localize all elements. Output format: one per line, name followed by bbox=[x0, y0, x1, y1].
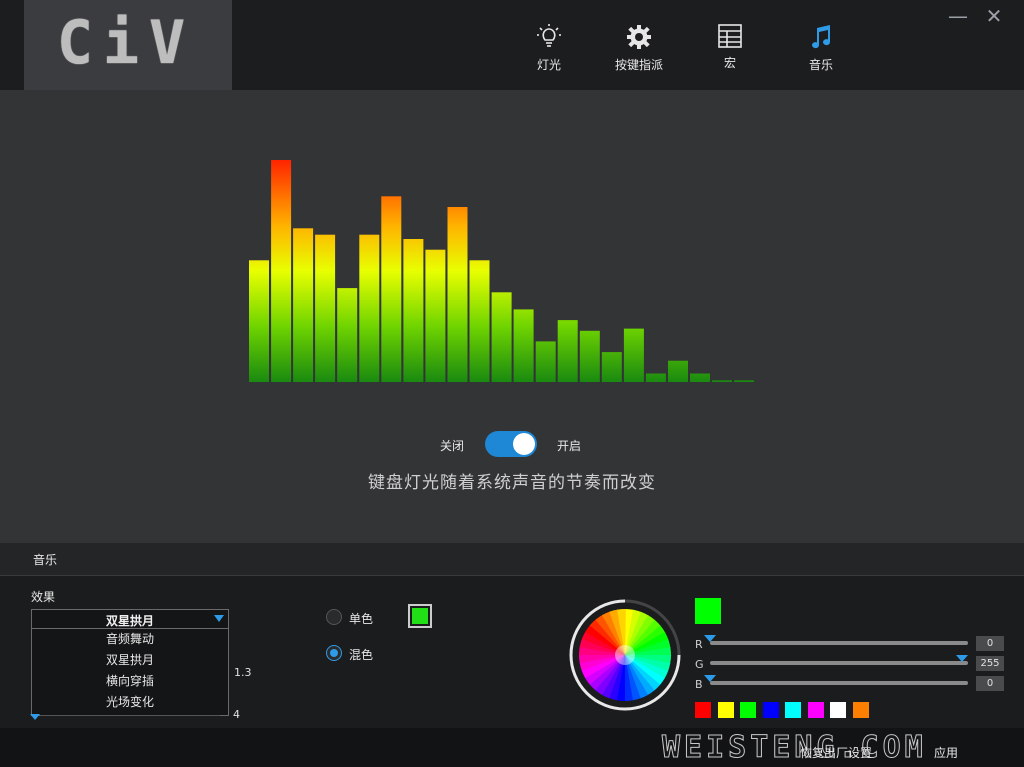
brightness-value: 4 bbox=[233, 708, 240, 721]
music-visualizer-panel: 关闭 开启 键盘灯光随着系统声音的节奏而改变 bbox=[0, 90, 1024, 543]
toggle-off-label: 关闭 bbox=[440, 439, 465, 453]
settings-panel: 效果 双星拱月 音频舞动 双星拱月 横向穿插 光场变化 1.3 4 单色 混色 … bbox=[0, 576, 1024, 728]
watermark: WEISTENG.COM bbox=[662, 730, 927, 766]
wheel-center bbox=[615, 645, 635, 665]
effect-option[interactable]: 双星拱月 bbox=[32, 650, 228, 671]
preset-color-swatch[interactable] bbox=[717, 702, 734, 718]
preview-color-swatch bbox=[695, 598, 721, 624]
preset-color-swatch[interactable] bbox=[695, 702, 711, 718]
toggle-on-label: 开启 bbox=[557, 439, 582, 453]
eq-bar bbox=[403, 239, 424, 382]
eq-bar bbox=[645, 373, 666, 382]
eq-bar bbox=[579, 330, 600, 382]
music-mode-toggle[interactable] bbox=[485, 431, 537, 457]
eq-bar bbox=[734, 380, 755, 382]
eq-bar bbox=[381, 196, 402, 382]
eq-bar bbox=[712, 380, 732, 382]
nav-tab-label: 灯光 bbox=[536, 58, 561, 72]
eq-bar bbox=[425, 249, 446, 382]
preset-color-swatch[interactable] bbox=[740, 702, 756, 718]
footer-bar: WEISTENG.COM 恢复出厂设置 应用 bbox=[0, 728, 1024, 767]
toggle-knob bbox=[513, 433, 535, 455]
gear-icon bbox=[627, 25, 651, 49]
nav-tab-label: 按键指派 bbox=[614, 58, 663, 72]
red-value-field[interactable]: 0 bbox=[976, 636, 1004, 651]
nav-tab-label: 音乐 bbox=[808, 58, 833, 72]
single-color-radio[interactable] bbox=[326, 609, 342, 625]
eq-bar bbox=[293, 228, 314, 382]
green-slider-track[interactable] bbox=[710, 661, 968, 665]
blue-channel-label: B bbox=[695, 678, 703, 691]
nav-tab-label: 宏 bbox=[723, 56, 736, 70]
wheel-slices bbox=[579, 609, 671, 701]
brand-logo: CiV bbox=[56, 8, 196, 78]
eq-bar bbox=[557, 320, 578, 382]
nav-tab-key-assign[interactable]: 按键指派 bbox=[604, 24, 674, 80]
preset-color-swatch[interactable] bbox=[762, 702, 779, 718]
chevron-down-icon bbox=[214, 615, 224, 622]
effect-label: 效果 bbox=[31, 590, 56, 604]
eq-bar bbox=[513, 309, 534, 382]
effect-option[interactable]: 光场变化 bbox=[32, 692, 228, 713]
single-color-label: 单色 bbox=[349, 612, 374, 626]
eq-bar bbox=[337, 288, 358, 382]
preset-color-swatch[interactable] bbox=[807, 702, 824, 718]
blue-slider-thumb[interactable] bbox=[704, 675, 716, 682]
eq-bar bbox=[601, 352, 622, 382]
brightness-slider-track[interactable] bbox=[40, 715, 220, 716]
nav-tab-macro[interactable]: 宏 bbox=[695, 24, 765, 80]
green-slider-thumb[interactable] bbox=[956, 655, 968, 662]
apply-button[interactable]: 应用 bbox=[934, 744, 958, 761]
green-value-field[interactable]: 255 bbox=[976, 656, 1004, 671]
nav-tab-lighting[interactable]: 灯光 bbox=[514, 24, 584, 80]
effect-option[interactable]: 横向穿插 bbox=[32, 671, 228, 692]
single-color-fill bbox=[412, 608, 428, 624]
eq-bar bbox=[271, 160, 292, 382]
preset-color-swatch[interactable] bbox=[830, 702, 846, 718]
mixed-color-radio[interactable] bbox=[326, 645, 342, 661]
title-bar: CiV 灯光 按键指派 宏 音乐 — ✕ bbox=[0, 0, 1024, 90]
effect-selected-value: 双星拱月 bbox=[105, 614, 154, 628]
eq-bar bbox=[623, 328, 644, 382]
red-slider-thumb[interactable] bbox=[704, 635, 716, 642]
green-channel-label: G bbox=[695, 658, 704, 671]
effect-option[interactable]: 音频舞动 bbox=[32, 629, 228, 650]
eq-bar bbox=[315, 234, 336, 382]
nav-tab-music[interactable]: 音乐 bbox=[786, 24, 856, 80]
eq-bar bbox=[359, 234, 380, 382]
effect-select[interactable]: 双星拱月 bbox=[31, 609, 229, 629]
blue-slider-track[interactable] bbox=[710, 681, 968, 685]
music-toggle-row: 关闭 开启 bbox=[0, 430, 1024, 460]
speed-value: 1.3 bbox=[234, 666, 252, 679]
eq-bar bbox=[491, 292, 512, 382]
effect-options-list: 音频舞动 双星拱月 横向穿插 光场变化 bbox=[31, 628, 229, 716]
preset-color-swatch[interactable] bbox=[852, 702, 869, 718]
table-grid-icon bbox=[718, 24, 742, 48]
minimize-button[interactable]: — bbox=[946, 4, 970, 28]
color-wheel[interactable] bbox=[568, 598, 682, 712]
section-header: 音乐 bbox=[0, 543, 1024, 576]
lightbulb-icon bbox=[537, 24, 561, 47]
red-slider-track[interactable] bbox=[710, 641, 968, 645]
brightness-slider-thumb[interactable] bbox=[30, 714, 40, 720]
eq-bar bbox=[447, 207, 468, 382]
blue-value-field[interactable]: 0 bbox=[976, 676, 1004, 691]
music-note-icon bbox=[812, 25, 831, 49]
eq-bar bbox=[535, 341, 556, 382]
music-mode-description: 键盘灯光随着系统声音的节奏而改变 bbox=[368, 473, 656, 493]
single-color-swatch[interactable] bbox=[408, 604, 432, 628]
mixed-color-label: 混色 bbox=[349, 648, 374, 662]
eq-bar bbox=[249, 260, 269, 382]
close-button[interactable]: ✕ bbox=[982, 4, 1006, 28]
reset-defaults-button[interactable]: 恢复出厂设置 bbox=[800, 744, 872, 761]
preset-color-swatch[interactable] bbox=[785, 702, 801, 718]
eq-bar bbox=[469, 260, 490, 382]
red-channel-label: R bbox=[695, 638, 703, 651]
eq-bar bbox=[668, 360, 688, 382]
section-title: 音乐 bbox=[33, 553, 58, 567]
eq-bar bbox=[690, 373, 710, 382]
